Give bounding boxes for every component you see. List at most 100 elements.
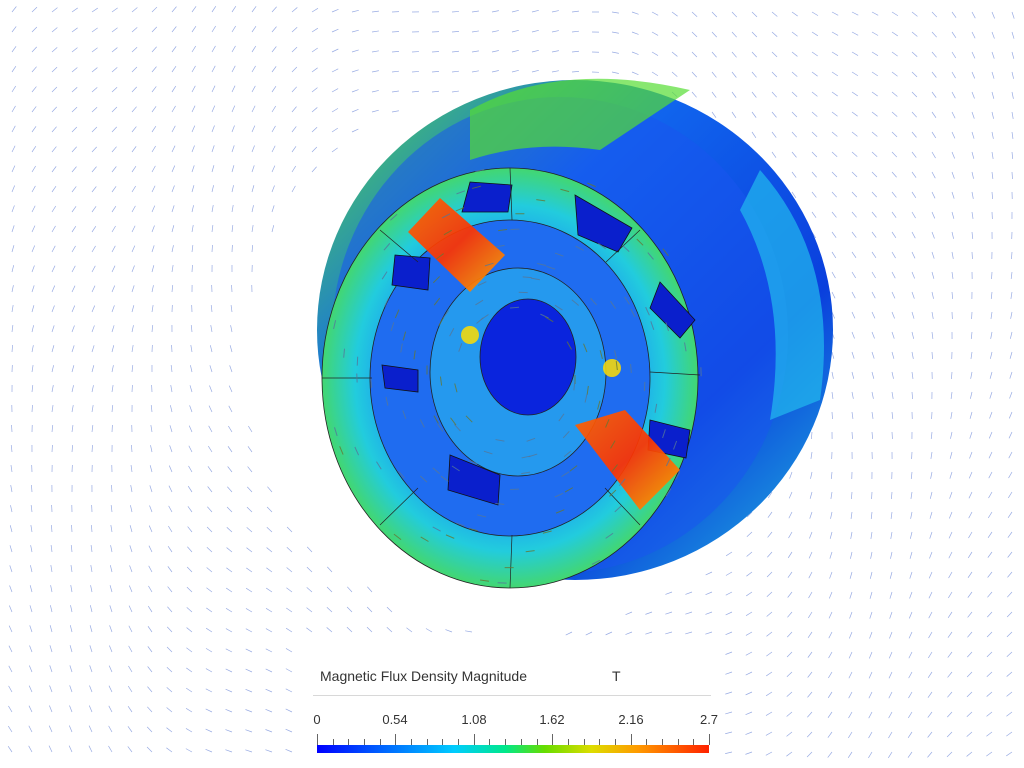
field-arrow xyxy=(366,626,373,633)
field-arrow xyxy=(811,71,818,77)
field-arrow xyxy=(291,185,296,193)
field-arrow xyxy=(11,125,16,133)
field-arrow xyxy=(991,151,994,159)
field-arrow xyxy=(11,285,14,293)
field-arrow xyxy=(907,731,913,739)
field-arrow xyxy=(927,691,933,698)
field-arrow xyxy=(991,111,994,119)
field-arrow xyxy=(131,444,133,453)
field-arrow xyxy=(147,626,153,633)
field-arrow xyxy=(50,585,53,593)
field-arrow xyxy=(745,651,753,656)
field-arrow xyxy=(911,131,917,138)
field-arrow xyxy=(171,245,174,253)
field-arrow xyxy=(131,245,136,253)
field-arrow xyxy=(771,31,778,37)
field-arrow xyxy=(991,11,995,19)
field-arrow xyxy=(511,9,519,13)
field-arrow xyxy=(471,70,479,73)
field-arrow xyxy=(188,425,193,433)
field-arrow xyxy=(871,191,877,198)
field-arrow xyxy=(928,591,933,599)
field-arrow xyxy=(51,106,58,113)
field-arrow xyxy=(291,146,297,153)
field-arrow xyxy=(271,26,277,33)
simulation-viewport[interactable] xyxy=(0,0,1024,768)
field-arrow xyxy=(51,425,54,433)
field-arrow xyxy=(766,671,773,677)
field-arrow xyxy=(31,86,37,93)
field-arrow xyxy=(171,165,176,173)
field-arrow xyxy=(931,91,937,98)
field-arrow xyxy=(811,131,818,138)
field-arrow xyxy=(671,31,678,37)
field-arrow xyxy=(71,245,76,253)
field-arrow xyxy=(851,491,853,500)
field-arrow xyxy=(111,365,114,373)
field-arrow xyxy=(827,731,833,738)
field-arrow xyxy=(71,146,77,153)
legend-tick-mark xyxy=(473,734,475,745)
field-arrow xyxy=(987,571,993,578)
field-arrow xyxy=(766,631,773,637)
field-arrow xyxy=(851,91,858,97)
field-arrow xyxy=(745,691,753,696)
field-arrow xyxy=(911,111,917,118)
field-arrow xyxy=(205,688,213,693)
field-arrow xyxy=(571,10,579,13)
field-arrow xyxy=(911,91,918,98)
field-arrow xyxy=(771,151,777,158)
field-arrow xyxy=(951,291,954,300)
field-arrow xyxy=(188,445,193,453)
field-arrow xyxy=(967,591,973,598)
field-arrow xyxy=(871,151,878,157)
field-arrow xyxy=(266,506,273,513)
field-arrow xyxy=(891,331,895,339)
field-arrow xyxy=(148,545,153,553)
field-arrow xyxy=(891,131,898,138)
field-arrow xyxy=(30,525,33,533)
field-arrow xyxy=(166,687,173,693)
field-arrow xyxy=(231,225,234,233)
legend-tick-mark xyxy=(426,739,428,745)
field-arrow xyxy=(166,666,173,673)
field-arrow xyxy=(786,711,793,717)
field-arrow xyxy=(891,311,895,319)
field-arrow xyxy=(71,186,77,193)
field-arrow xyxy=(151,145,156,153)
field-arrow xyxy=(187,485,193,493)
field-arrow xyxy=(91,325,95,333)
field-arrow xyxy=(351,89,359,93)
field-arrow xyxy=(71,47,78,53)
legend-tick-label: 1.08 xyxy=(461,712,487,727)
field-arrow xyxy=(671,11,678,17)
field-arrow xyxy=(751,51,757,58)
field-arrow xyxy=(651,31,659,36)
field-arrow xyxy=(91,444,93,453)
field-arrow xyxy=(830,471,833,479)
field-arrow xyxy=(751,31,758,38)
field-arrow xyxy=(191,205,194,213)
field-arrow xyxy=(306,627,313,633)
field-arrow xyxy=(725,711,733,715)
field-arrow xyxy=(1011,151,1014,159)
field-arrow xyxy=(111,47,118,53)
field-arrow xyxy=(831,131,838,137)
field-arrow xyxy=(891,31,898,37)
field-arrow xyxy=(807,691,813,698)
field-arrow xyxy=(91,225,97,233)
field-arrow xyxy=(111,305,115,313)
field-arrow xyxy=(909,571,913,579)
field-arrow xyxy=(991,131,994,139)
field-arrow xyxy=(869,611,873,619)
field-arrow xyxy=(907,711,913,719)
field-arrow xyxy=(451,11,460,13)
field-arrow xyxy=(331,9,339,13)
field-arrow xyxy=(191,105,196,113)
field-arrow xyxy=(771,131,777,138)
field-arrow xyxy=(951,171,955,179)
field-arrow xyxy=(7,745,13,753)
field-arrow xyxy=(326,606,333,613)
field-arrow xyxy=(725,551,733,557)
field-arrow xyxy=(731,11,738,18)
